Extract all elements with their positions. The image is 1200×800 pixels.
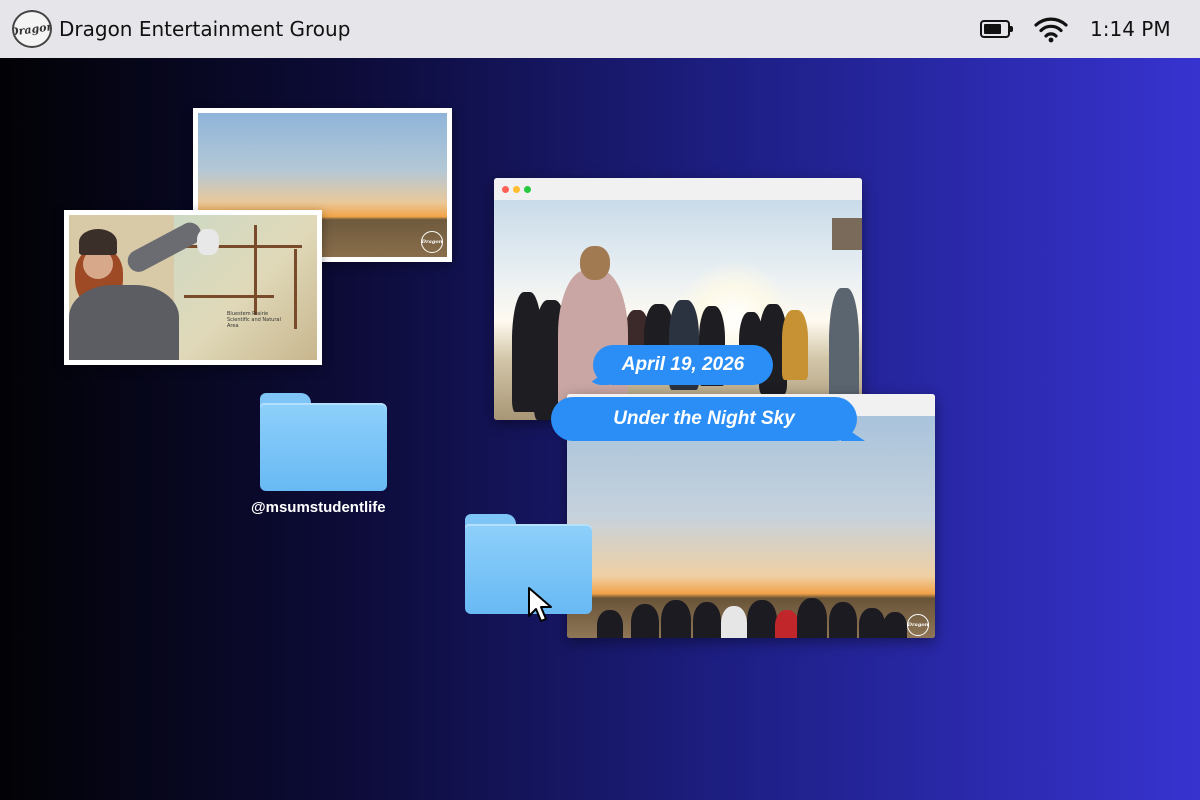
- title-bubble: Under the Night Sky: [551, 397, 857, 441]
- building-roof: [832, 218, 862, 250]
- date-text: April 19, 2026: [621, 354, 745, 375]
- field-crowd: [597, 584, 907, 638]
- dragon-watermark-icon: Dragon: [421, 231, 443, 253]
- mouse-cursor-icon: [528, 587, 552, 622]
- folder-icon[interactable]: [260, 393, 387, 491]
- app-title[interactable]: Dragon Entertainment Group: [59, 17, 350, 41]
- battery-fill: [984, 24, 1001, 34]
- dragon-logo-icon[interactable]: Dragon: [12, 10, 52, 48]
- logo-text: Dragon: [12, 19, 52, 39]
- map-caption: Bluestem Prairie Scientific and Natural …: [227, 311, 281, 329]
- dragon-watermark-icon: Dragon: [907, 614, 929, 636]
- title-text: Under the Night Sky: [613, 408, 795, 429]
- photo-map-guide[interactable]: Bluestem Prairie Scientific and Natural …: [64, 210, 322, 365]
- person-hat: [79, 229, 117, 255]
- map-guide-image: Bluestem Prairie Scientific and Natural …: [69, 215, 317, 360]
- person-head: [580, 246, 610, 280]
- watermark-text: Dragon: [421, 239, 443, 245]
- field-photo: Dragon: [567, 416, 935, 638]
- maximize-dot-icon[interactable]: [524, 186, 531, 193]
- menu-bar: Dragon Dragon Entertainment Group 1:14 P…: [0, 0, 1200, 58]
- close-dot-icon[interactable]: [502, 186, 509, 193]
- battery-icon[interactable]: [980, 20, 1013, 38]
- person-coat: [69, 285, 179, 360]
- crowd-photo: [494, 200, 862, 420]
- folder-label[interactable]: @msumstudentlife: [251, 499, 386, 516]
- clock[interactable]: 1:14 PM: [1090, 17, 1171, 41]
- minimize-dot-icon[interactable]: [513, 186, 520, 193]
- window-titlebar[interactable]: [494, 178, 862, 200]
- folder-body: [260, 403, 387, 491]
- wifi-icon[interactable]: [1034, 15, 1068, 43]
- person-glove: [197, 229, 219, 255]
- watermark-text: Dragon: [907, 622, 929, 628]
- date-bubble: April 19, 2026: [593, 345, 773, 385]
